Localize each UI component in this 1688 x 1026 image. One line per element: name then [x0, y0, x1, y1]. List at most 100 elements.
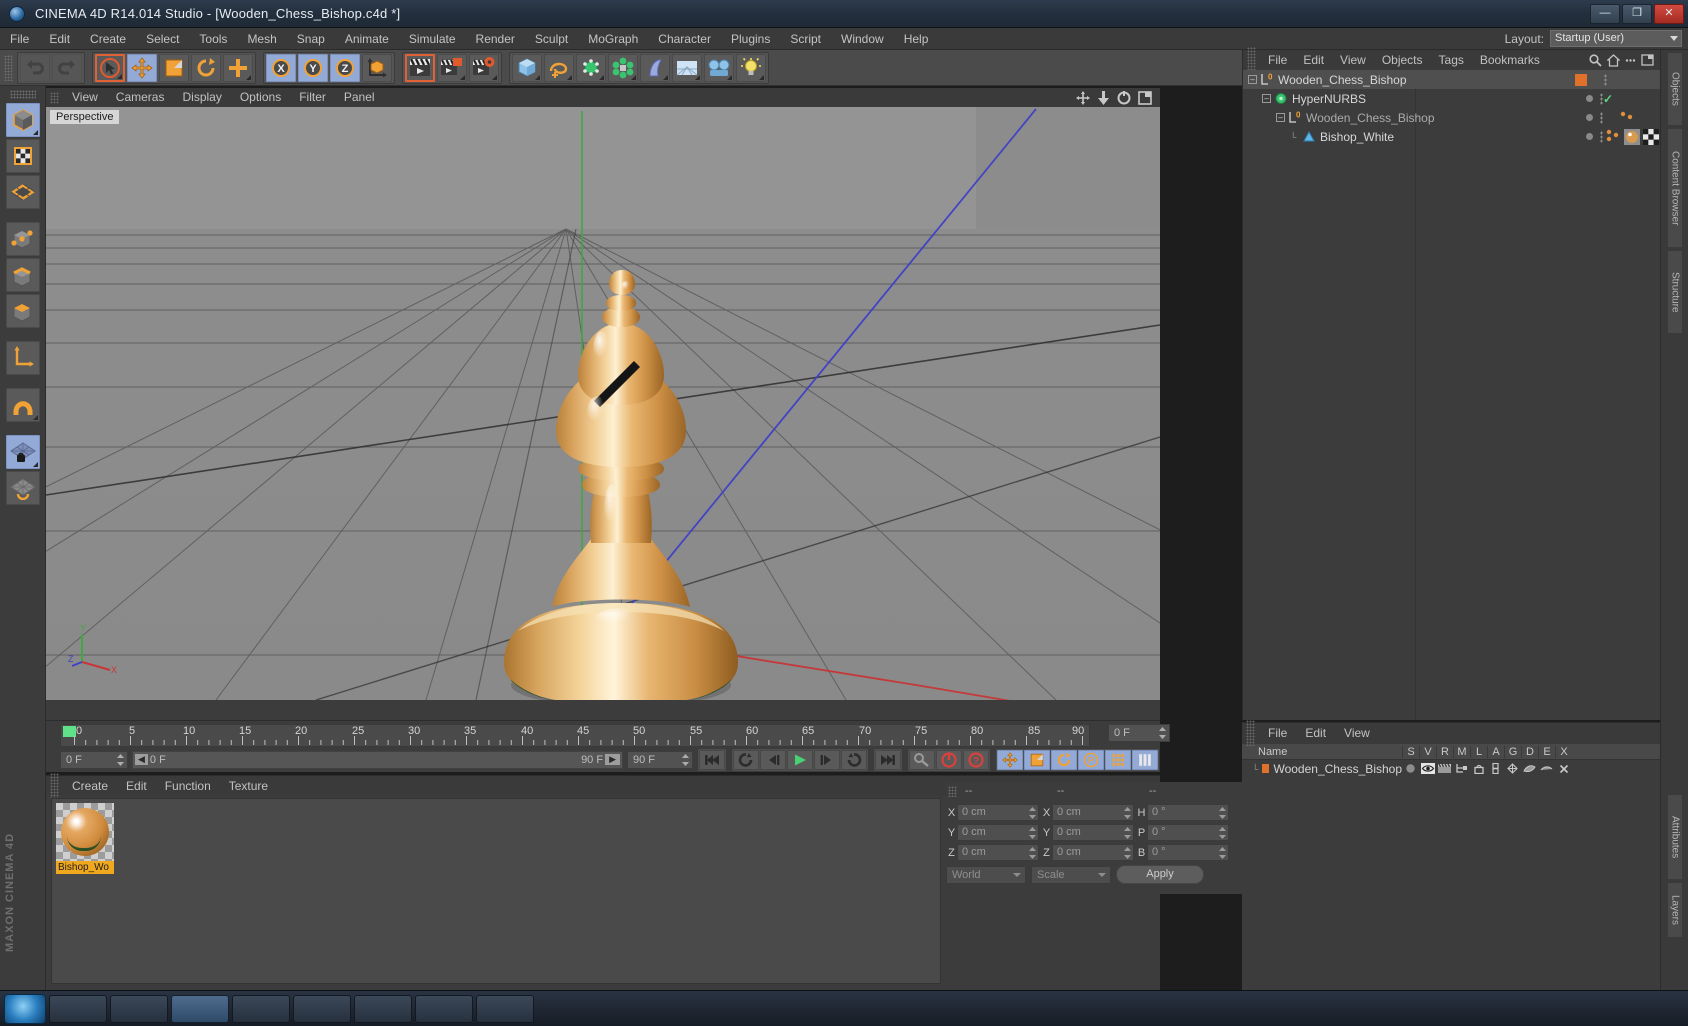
material-menu-function[interactable]: Function — [156, 776, 220, 796]
position-z-input[interactable]: 0 cm — [957, 844, 1039, 861]
rotate-view-icon[interactable] — [1117, 90, 1131, 105]
spinner-arrows-icon[interactable] — [1124, 847, 1131, 859]
menu-snap[interactable]: Snap — [287, 28, 335, 50]
step-forward-button[interactable] — [814, 749, 840, 770]
points-mode-button[interactable] — [5, 175, 40, 209]
minimize-button[interactable]: — — [1590, 3, 1620, 24]
material-menu-grip[interactable] — [50, 773, 59, 799]
layer-col-d[interactable]: D — [1521, 745, 1538, 758]
timeline-frame-spinner[interactable]: 0 F — [1108, 724, 1170, 742]
visibility-dots-icon[interactable] — [1600, 111, 1603, 124]
taskbar-item[interactable] — [110, 994, 168, 1023]
object-visibility-dots[interactable] — [1586, 92, 1603, 105]
layer-color-swatch[interactable] — [1262, 764, 1270, 773]
object-menu-file[interactable]: File — [1260, 50, 1295, 70]
material-item[interactable]: Bishop_Wo — [56, 803, 114, 874]
taskbar-item[interactable] — [49, 994, 107, 1023]
rotation-h-input[interactable]: 0 ° — [1147, 804, 1229, 821]
spinner-arrows-icon[interactable] — [1124, 807, 1131, 819]
menu-simulate[interactable]: Simulate — [399, 28, 466, 50]
menu-edit[interactable]: Edit — [39, 28, 80, 50]
spinner-arrows-icon[interactable] — [1029, 847, 1036, 859]
menu-character[interactable]: Character — [648, 28, 721, 50]
layer-cell-generator[interactable] — [1504, 763, 1521, 774]
layer-col-v[interactable]: V — [1419, 745, 1436, 758]
home-icon[interactable] — [1607, 53, 1620, 67]
scrub-right-handle-icon[interactable]: ▶ — [605, 754, 620, 765]
add-cube-button[interactable] — [512, 53, 542, 82]
material-menu-create[interactable]: Create — [63, 776, 117, 796]
tag-dots-icon[interactable] — [1605, 129, 1621, 145]
layer-cell-lock[interactable] — [1470, 763, 1487, 774]
play-backwards-loop-button[interactable] — [733, 749, 759, 770]
record-help-button[interactable]: ? — [963, 749, 989, 770]
layer-menu-view[interactable]: View — [1335, 723, 1379, 743]
go-to-start-button[interactable] — [699, 749, 725, 770]
viewport-menu-cameras[interactable]: Cameras — [107, 88, 174, 107]
expander-icon[interactable]: – — [1248, 75, 1257, 84]
object-row-wooden-chess-bishop-child[interactable]: – 0 Wooden_Chess_Bishop — [1243, 108, 1661, 127]
menu-tools[interactable]: Tools — [189, 28, 237, 50]
layer-row[interactable]: └ Wooden_Chess_Bishop — [1242, 760, 1660, 777]
render-region-button[interactable] — [437, 53, 467, 82]
viewport-menu-panel[interactable]: Panel — [335, 88, 384, 107]
object-menu-edit[interactable]: Edit — [1295, 50, 1332, 70]
vtab-attributes[interactable]: Attributes — [1666, 794, 1683, 880]
size-x-input[interactable]: 0 cm — [1052, 804, 1134, 821]
material-menu-edit[interactable]: Edit — [117, 776, 156, 796]
spinner-arrows-icon[interactable] — [1029, 827, 1036, 839]
viewport-menu-display[interactable]: Display — [173, 88, 230, 107]
render-view-button[interactable] — [405, 53, 435, 82]
menu-sculpt[interactable]: Sculpt — [525, 28, 578, 50]
timeline-ruler[interactable]: 0 5 10 15 20 25 30 35 40 45 50 55 60 65 … — [60, 724, 1090, 747]
menu-script[interactable]: Script — [780, 28, 831, 50]
object-visibility-dots[interactable] — [1586, 111, 1603, 124]
layer-col-a[interactable]: A — [1487, 745, 1504, 758]
spinner-arrows-icon[interactable] — [1219, 827, 1226, 839]
position-x-input[interactable]: 0 cm — [957, 804, 1039, 821]
close-button[interactable]: ✕ — [1654, 3, 1684, 24]
spinner-arrows-icon[interactable] — [1219, 847, 1226, 859]
menu-mesh[interactable]: Mesh — [237, 28, 286, 50]
key-position-button[interactable] — [997, 749, 1023, 770]
size-z-input[interactable]: 0 cm — [1052, 844, 1134, 861]
scrub-left-handle-icon[interactable]: ◀ — [135, 754, 148, 765]
undo-button[interactable] — [20, 53, 50, 82]
edit-polygons-button[interactable] — [5, 294, 40, 328]
visibility-dots-icon[interactable] — [1600, 130, 1603, 143]
spinner-arrows-icon[interactable] — [117, 753, 124, 766]
add-deformer-button[interactable] — [640, 53, 670, 82]
record-active-objects-button[interactable] — [936, 749, 962, 770]
start-button-icon[interactable] — [4, 993, 46, 1024]
visibility-dot-icon[interactable] — [1586, 133, 1593, 140]
spinner-arrows-icon[interactable] — [682, 753, 689, 766]
object-visibility-dots[interactable] — [1604, 73, 1607, 86]
object-tree[interactable]: – 0 Wooden_Chess_Bishop – HyperNURBS ✓ –… — [1243, 70, 1661, 720]
lock-x-axis-button[interactable]: X — [266, 53, 296, 82]
coordinate-system-dropdown[interactable]: World — [946, 865, 1026, 884]
layer-menu-file[interactable]: File — [1259, 723, 1296, 743]
uv-tag-icon[interactable] — [1643, 128, 1659, 145]
coordinate-mode-dropdown[interactable]: Scale — [1031, 865, 1111, 884]
add-spline-button[interactable] — [544, 53, 574, 82]
layer-col-r[interactable]: R — [1436, 745, 1453, 758]
key-all-button[interactable] — [1132, 749, 1158, 770]
viewport-menu-options[interactable]: Options — [231, 88, 290, 107]
vtab-layers[interactable]: Layers — [1666, 882, 1683, 938]
texture-mode-button[interactable] — [5, 139, 40, 173]
left-palette-grip[interactable] — [9, 90, 36, 99]
ellipsis-icon[interactable] — [1625, 55, 1636, 66]
spinner-arrows-icon[interactable] — [1159, 727, 1166, 739]
edit-edges-button[interactable] — [5, 258, 40, 292]
workplane-button[interactable] — [5, 471, 40, 505]
taskbar-item[interactable] — [293, 994, 351, 1023]
menu-help[interactable]: Help — [894, 28, 939, 50]
dolly-view-icon[interactable] — [1097, 90, 1110, 105]
layer-cell-deformer[interactable] — [1521, 763, 1538, 774]
live-selection-button[interactable] — [95, 53, 125, 82]
layer-cell-xref[interactable] — [1555, 764, 1572, 774]
scale-button[interactable] — [159, 53, 189, 82]
add-nurbs-button[interactable] — [576, 53, 606, 82]
layer-cell-manager[interactable] — [1453, 763, 1470, 774]
enabled-check-icon[interactable]: ✓ — [1603, 92, 1613, 106]
